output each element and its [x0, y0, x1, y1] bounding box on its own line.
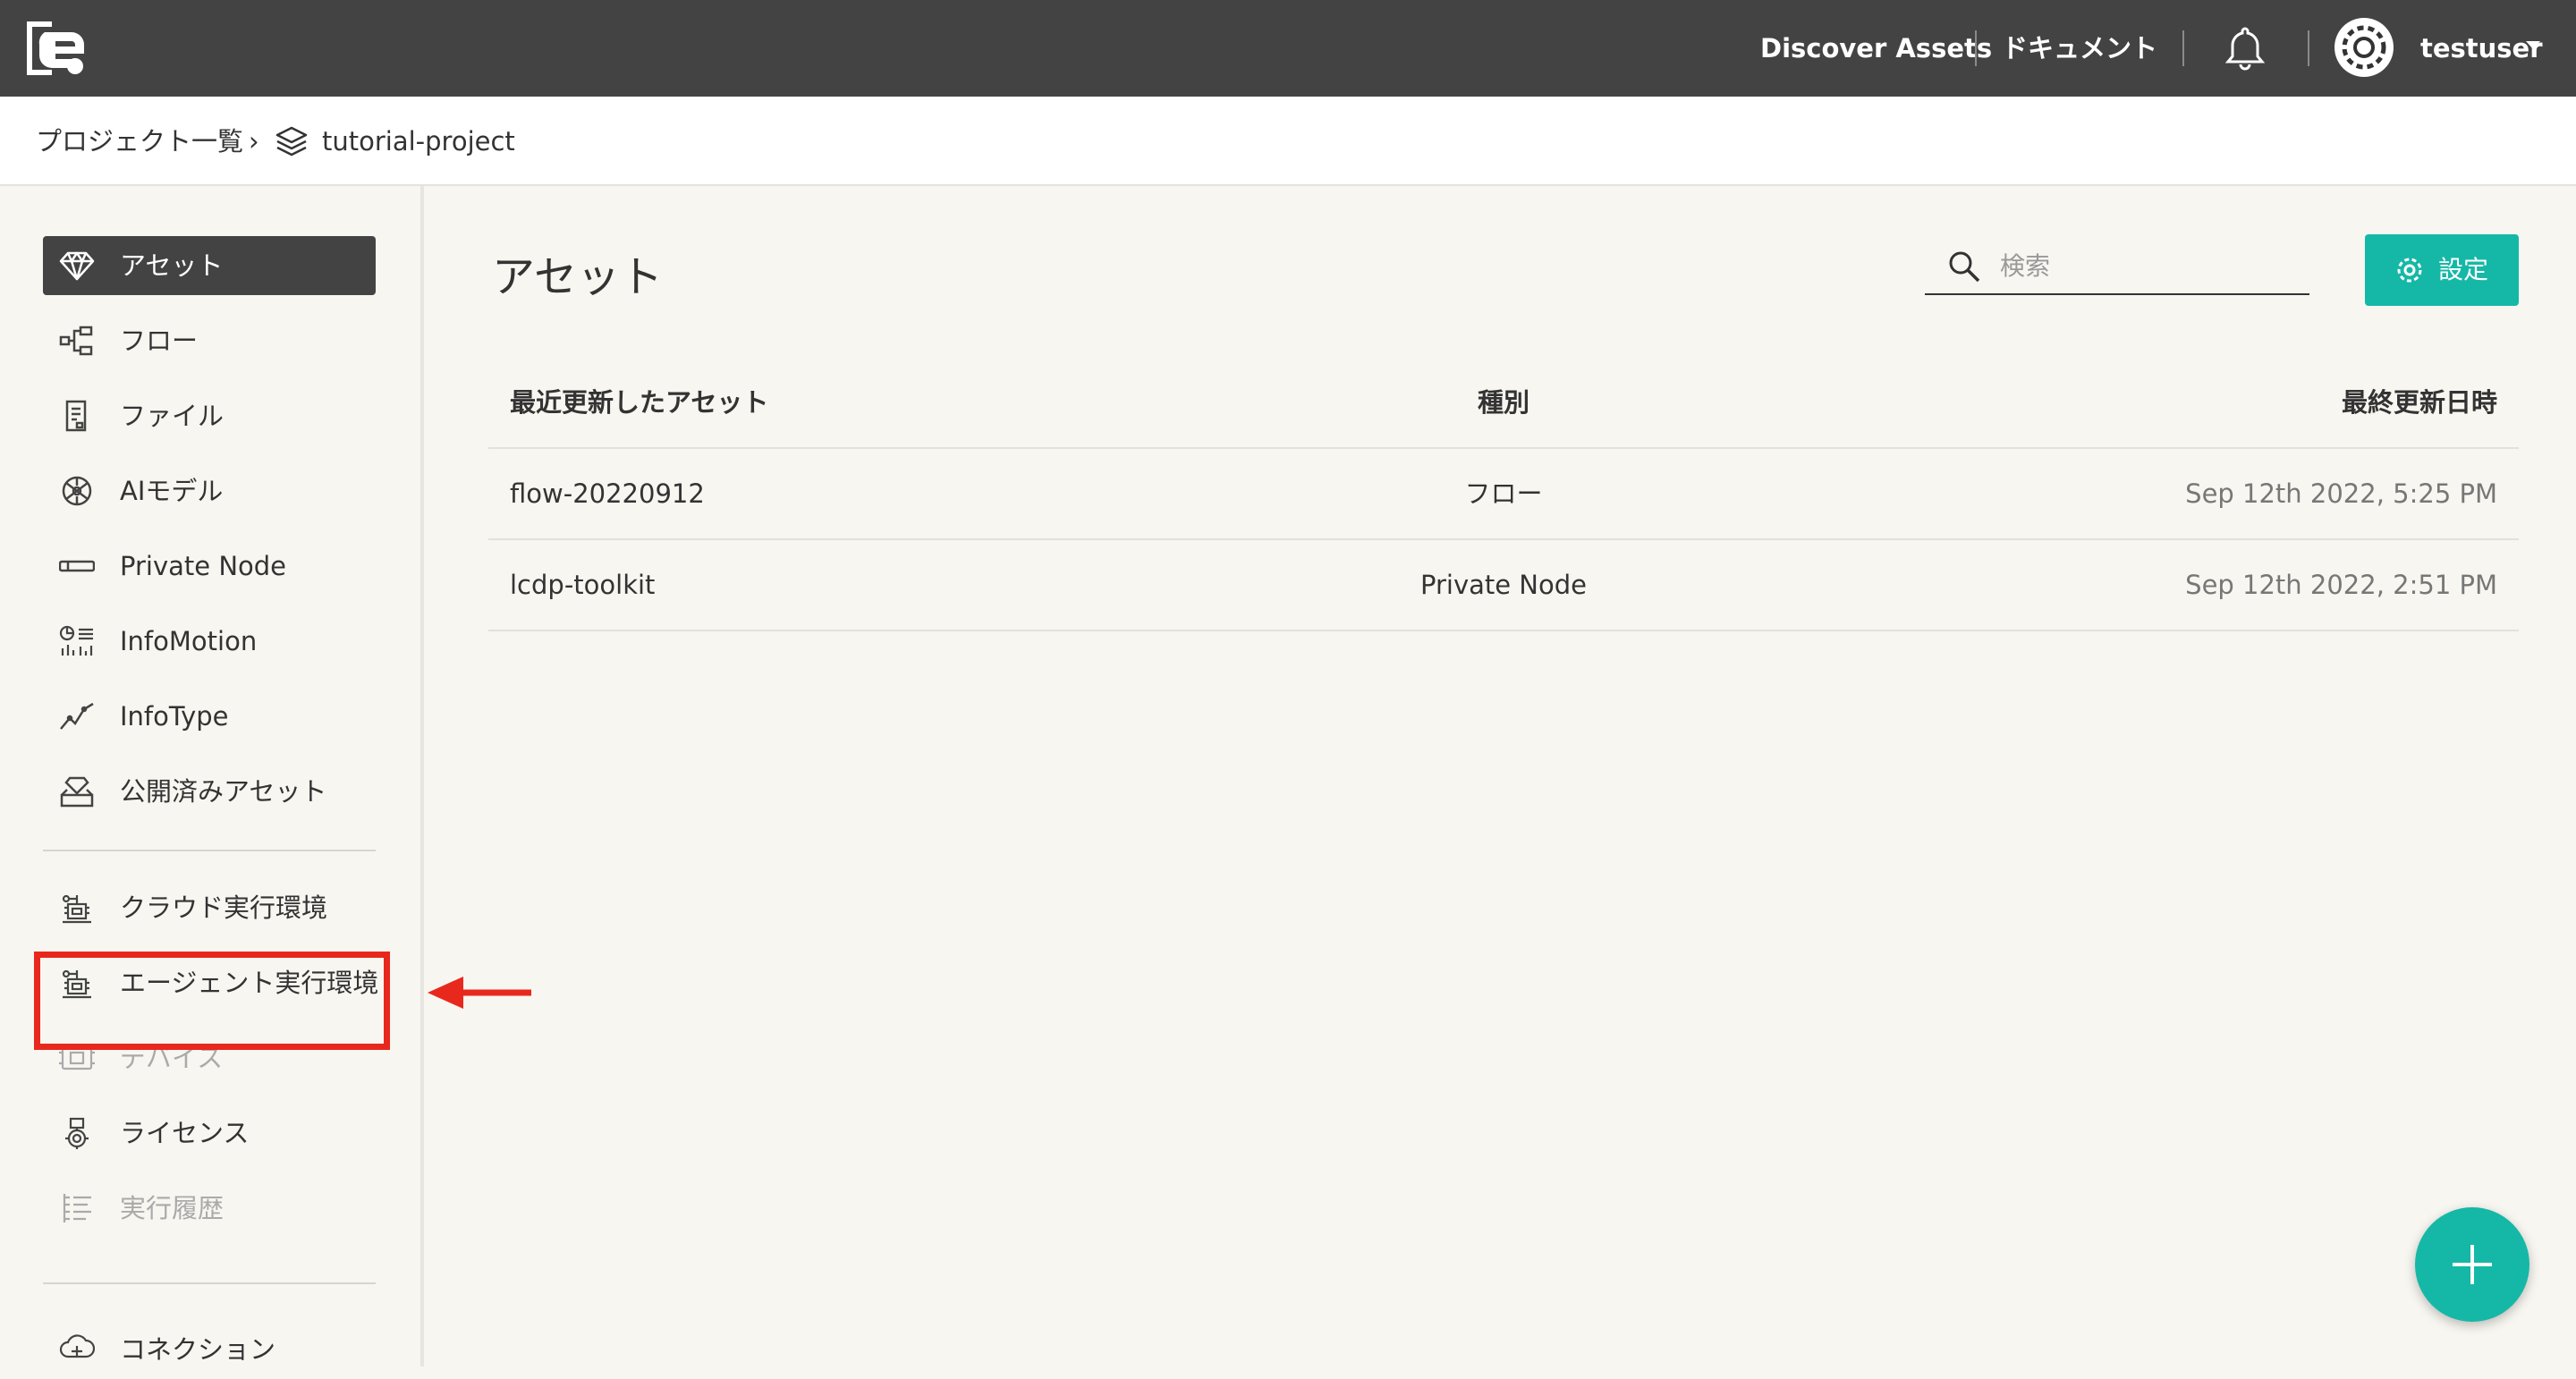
- breadcrumb: プロジェクト一覧 › tutorial-project: [0, 97, 2576, 186]
- sidebar-item-connections[interactable]: コネクション: [43, 1320, 376, 1379]
- settings-button[interactable]: 設定: [2365, 234, 2519, 306]
- sidebar-item-label: コネクション: [120, 1334, 276, 1365]
- recent-assets-table: 最近更新したアセット 種別 最終更新日時 flow-20220912 フロー S…: [488, 358, 2519, 631]
- top-divider: [2182, 30, 2184, 66]
- documents-link[interactable]: ドキュメント: [2002, 29, 2157, 68]
- sidebar-item-private-node[interactable]: Private Node: [43, 537, 376, 596]
- ai-model-icon: [62, 476, 92, 506]
- cloud-runtime-icon: [62, 894, 91, 924]
- breadcrumb-projects-link[interactable]: プロジェクト一覧: [36, 123, 243, 159]
- sidebar-divider: [43, 1282, 376, 1284]
- add-asset-fab-button[interactable]: [2415, 1207, 2529, 1322]
- settings-button-label: 設定: [2438, 255, 2489, 284]
- top-divider: [2308, 30, 2309, 66]
- sidebar-item-label: Private Node: [120, 551, 287, 581]
- gear-icon: [2397, 258, 2422, 283]
- app-logo-icon[interactable]: [25, 20, 88, 77]
- sidebar-item-label: AIモデル: [120, 476, 224, 506]
- sidebar-item-published-assets[interactable]: 公開済みアセット: [43, 762, 376, 821]
- discover-assets-link[interactable]: Discover Assets: [1760, 29, 1992, 68]
- sidebar-item-ai-models[interactable]: AIモデル: [43, 461, 376, 520]
- sidebar-item-infotype[interactable]: InfoType: [43, 687, 376, 746]
- sidebar-item-assets[interactable]: アセット: [43, 236, 376, 295]
- table-row[interactable]: lcdp-toolkit Private Node Sep 12th 2022,…: [488, 540, 2519, 631]
- sidebar-item-label: アセット: [120, 250, 224, 281]
- sidebar-item-label: InfoType: [120, 701, 229, 732]
- sidebar-item-label: ライセンス: [120, 1118, 250, 1148]
- sidebar-item-label: 実行履歴: [120, 1193, 225, 1223]
- sidebar-item-files[interactable]: ファイル: [43, 386, 376, 445]
- notification-bell-icon[interactable]: [2220, 23, 2270, 73]
- sidebar-item-label: クラウド実行環境: [120, 893, 328, 923]
- sidebar-item-label: フロー: [120, 326, 199, 356]
- column-header-type: 種別: [1477, 387, 1530, 418]
- sidebar-item-label: ファイル: [120, 401, 225, 431]
- page-title: アセット: [492, 252, 664, 302]
- table-row[interactable]: flow-20220912 フロー Sep 12th 2022, 5:25 PM: [488, 449, 2519, 540]
- username-label[interactable]: testuser: [2420, 29, 2543, 68]
- asset-updated: Sep 12th 2022, 2:51 PM: [2185, 570, 2497, 600]
- asset-updated: Sep 12th 2022, 5:25 PM: [2185, 478, 2497, 509]
- private-node-icon: [59, 560, 95, 572]
- breadcrumb-project-link[interactable]: tutorial-project: [322, 123, 515, 159]
- breadcrumb-separator: ›: [249, 126, 259, 157]
- sidebar-item-infomotion[interactable]: InfoMotion: [43, 612, 376, 671]
- annotation-highlight-box: [34, 952, 390, 1050]
- sidebar-item-label: 公開済みアセット: [120, 776, 327, 807]
- layers-icon: [275, 126, 308, 157]
- search-box: [1925, 240, 2309, 295]
- column-header-updated: 最終更新日時: [2341, 387, 2497, 418]
- infotype-icon: [60, 702, 94, 730]
- sidebar-item-flow[interactable]: フロー: [43, 311, 376, 370]
- infomotion-icon: [59, 625, 93, 656]
- file-icon: [65, 400, 87, 432]
- sidebar-item-history[interactable]: 実行履歴: [43, 1179, 376, 1238]
- user-avatar[interactable]: [2334, 18, 2394, 77]
- license-icon: [65, 1117, 89, 1149]
- sidebar: アセット フロー ファイル AIモデル Private Node InfoMot…: [0, 186, 424, 1366]
- user-menu-caret-icon[interactable]: [2526, 41, 2540, 49]
- sidebar-item-cloud-runtime[interactable]: クラウド実行環境: [43, 878, 376, 937]
- history-icon: [63, 1194, 91, 1222]
- search-icon: [1949, 251, 1980, 283]
- top-navbar: Discover Assets ドキュメント testuser: [0, 0, 2576, 97]
- avatar-gear-icon: [2342, 25, 2386, 70]
- search-input[interactable]: [1998, 245, 2297, 286]
- connection-icon: [59, 1334, 95, 1358]
- main-content: アセット 設定 最近更新したアセット 種別 最終更新日時 flow-202209…: [424, 186, 2576, 1366]
- sidebar-item-license[interactable]: ライセンス: [43, 1104, 376, 1163]
- top-divider: [1975, 30, 1977, 66]
- sidebar-divider: [43, 850, 376, 851]
- table-header: 最近更新したアセット 種別 最終更新日時: [488, 358, 2519, 449]
- published-assets-icon: [60, 776, 94, 808]
- diamond-icon: [59, 251, 95, 281]
- sidebar-item-label: InfoMotion: [120, 626, 258, 656]
- plus-icon: [2453, 1245, 2492, 1284]
- flow-icon: [59, 326, 93, 356]
